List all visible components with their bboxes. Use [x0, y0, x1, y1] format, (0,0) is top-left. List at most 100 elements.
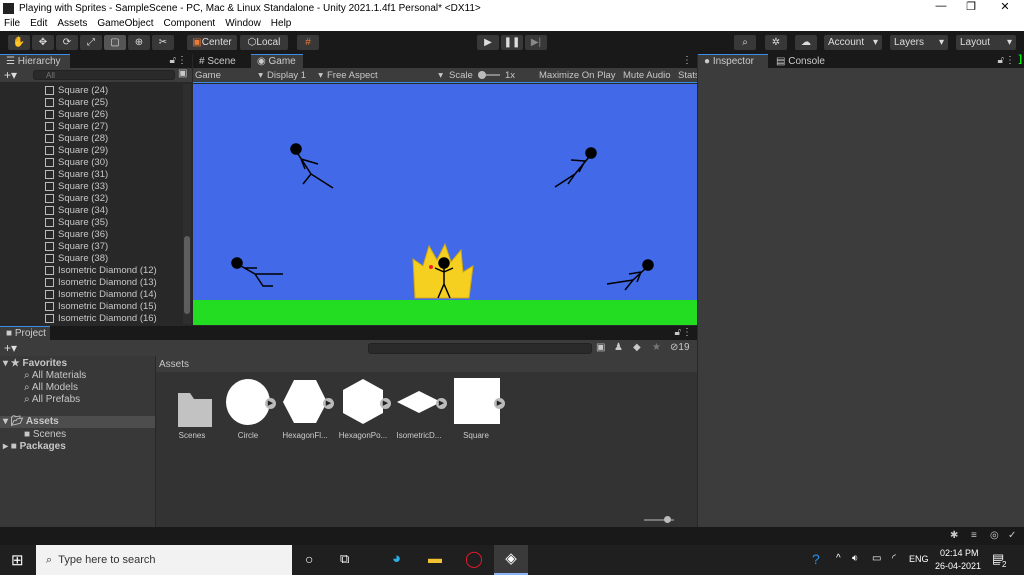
assets-breadcrumb[interactable]: Assets	[156, 356, 697, 372]
rect-tool-icon[interactable]: ▢	[104, 35, 126, 50]
search-icon[interactable]: ⌕	[734, 35, 756, 50]
assets-tree-item[interactable]: ▾ 📂︎ Assets	[0, 416, 155, 428]
hierarchy-item[interactable]: Square (34)	[45, 204, 108, 216]
more-icon[interactable]: ⋮	[682, 327, 692, 338]
hierarchy-item[interactable]: Square (28)	[45, 132, 108, 144]
packages-tree-item[interactable]: ▸ ■ Packages	[3, 441, 66, 452]
hierarchy-item[interactable]: Square (31)	[45, 168, 108, 180]
game-viewport[interactable]	[193, 84, 697, 325]
hierarchy-item[interactable]: Square (24)	[45, 84, 108, 96]
hierarchy-item[interactable]: Square (37)	[45, 240, 108, 252]
pivot-center-button[interactable]: ▣ Center	[187, 35, 237, 50]
transform-tool-icon[interactable]: ⊕	[128, 35, 150, 50]
hierarchy-scrollbar[interactable]	[183, 84, 191, 324]
opera-icon[interactable]: ◯	[465, 549, 483, 569]
menu-file[interactable]: File	[4, 18, 20, 29]
filter-type-icon[interactable]: ♟	[614, 342, 623, 353]
hierarchy-search-input[interactable]	[33, 70, 175, 80]
hierarchy-item[interactable]: Square (38)	[45, 252, 108, 264]
favorites-item[interactable]: ▾ ★ Favorites	[3, 358, 67, 369]
expand-sprite-icon[interactable]: ▶	[436, 398, 447, 409]
hierarchy-item[interactable]: Square (27)	[45, 120, 108, 132]
more-icon[interactable]: ⋮	[682, 55, 692, 66]
expand-sprite-icon[interactable]: ▶	[380, 398, 391, 409]
cache-icon[interactable]: ≡	[971, 530, 977, 541]
stats-toggle[interactable]: Stats	[678, 70, 697, 81]
scale-tool-icon[interactable]: ⤢	[80, 35, 102, 50]
mute-audio-toggle[interactable]: Mute Audio	[623, 70, 671, 81]
menu-window[interactable]: Window	[225, 18, 261, 29]
file-explorer-icon[interactable]: ▬	[428, 550, 442, 566]
all-prefabs-item[interactable]: ⌕ All Prefabs	[24, 394, 80, 405]
maximize-on-play-toggle[interactable]: Maximize On Play	[539, 70, 616, 81]
hierarchy-item[interactable]: Isometric Diamond (15)	[45, 300, 157, 312]
account-dropdown[interactable]: Account ▾	[824, 35, 882, 50]
minimize-button[interactable]: —	[926, 0, 956, 12]
hierarchy-item[interactable]: Square (29)	[45, 144, 108, 156]
more-icon[interactable]: ⋮	[177, 55, 187, 66]
unity-taskbar-icon[interactable]: ◈	[494, 545, 528, 575]
windows-start-icon[interactable]: ⊞	[11, 551, 24, 569]
clock-time[interactable]: 02:14 PM	[940, 548, 979, 558]
tab-hierarchy[interactable]: ☰ Hierarchy	[0, 54, 70, 68]
move-tool-icon[interactable]: ✥	[32, 35, 54, 50]
menu-assets[interactable]: Assets	[57, 18, 87, 29]
clock-date[interactable]: 26-04-2021	[935, 561, 981, 571]
search-options-icon[interactable]: ▣	[596, 342, 605, 353]
check-icon[interactable]: ✓	[1008, 530, 1016, 541]
all-materials-item[interactable]: ⌕ All Materials	[24, 370, 86, 381]
tab-project[interactable]: ■ Project	[0, 326, 50, 340]
project-search-input[interactable]	[368, 343, 592, 354]
hierarchy-item[interactable]: Isometric Diamond (16)	[45, 312, 157, 324]
menu-help[interactable]: Help	[271, 18, 292, 29]
label-icon[interactable]: ◆	[633, 342, 641, 353]
scale-slider[interactable]	[478, 71, 500, 79]
create-button[interactable]: +▾	[4, 341, 17, 355]
display-dropdown[interactable]: Display 1 ▾	[267, 70, 323, 81]
help-icon[interactable]: ?	[812, 551, 820, 567]
hierarchy-item[interactable]: Square (33)	[45, 180, 108, 192]
star-icon[interactable]: ★	[652, 342, 661, 353]
step-button[interactable]: ▶|	[525, 35, 547, 50]
lock-icon[interactable]: 🔓︎	[998, 55, 1004, 66]
aspect-dropdown[interactable]: Free Aspect ▾	[327, 70, 443, 81]
pivot-local-button[interactable]: ⬡ Local	[240, 35, 288, 50]
lock-icon[interactable]: 🔓︎	[170, 55, 176, 66]
hierarchy-item[interactable]: Square (25)	[45, 96, 108, 108]
custom-tool-icon[interactable]: ✂	[152, 35, 174, 50]
rotate-tool-icon[interactable]: ⟳	[56, 35, 78, 50]
maximize-button[interactable]: ❐	[956, 0, 986, 13]
hierarchy-item[interactable]: Isometric Diamond (12)	[45, 264, 157, 276]
tab-game[interactable]: ◉ Game	[251, 54, 303, 68]
close-button[interactable]: ✕	[990, 0, 1020, 13]
pause-button[interactable]: ❚❚	[501, 35, 523, 50]
menu-component[interactable]: Component	[164, 18, 216, 29]
all-models-item[interactable]: ⌕ All Models	[24, 382, 78, 393]
view-dropdown[interactable]: Game ▾	[195, 70, 263, 81]
search-options-icon[interactable]: ▣	[178, 68, 187, 79]
cloud-icon[interactable]: ☁	[795, 35, 817, 50]
wifi-icon[interactable]: ◜	[892, 553, 896, 564]
tab-inspector[interactable]: ● Inspector	[698, 54, 768, 68]
expand-sprite-icon[interactable]: ▶	[265, 398, 276, 409]
collab-icon[interactable]: ✲	[765, 35, 787, 50]
cortana-icon[interactable]: ○	[305, 551, 313, 567]
progress-icon[interactable]: ◎	[990, 530, 999, 541]
battery-icon[interactable]: ▭	[872, 553, 881, 564]
scrollbar-thumb[interactable]	[184, 236, 190, 314]
hierarchy-item[interactable]: Square (26)	[45, 108, 108, 120]
language-indicator[interactable]: ENG	[909, 554, 929, 564]
show-hidden-icons[interactable]: ^	[836, 553, 841, 564]
hierarchy-item[interactable]: Square (30)	[45, 156, 108, 168]
hierarchy-item[interactable]: Square (32)	[45, 192, 108, 204]
hierarchy-item[interactable]: Square (35)	[45, 216, 108, 228]
menu-gameobject[interactable]: GameObject	[97, 18, 153, 29]
asset-scenes-folder[interactable]: Scenes	[167, 377, 217, 440]
edge-icon[interactable]: ◕	[392, 550, 401, 567]
hierarchy-item[interactable]: Square (36)	[45, 228, 108, 240]
more-icon[interactable]: ⋮	[1005, 55, 1015, 66]
bug-icon[interactable]: ✱	[950, 530, 958, 541]
scenes-tree-item[interactable]: ■ Scenes	[24, 429, 66, 440]
expand-sprite-icon[interactable]: ▶	[323, 398, 334, 409]
icon-size-slider[interactable]	[644, 516, 674, 523]
